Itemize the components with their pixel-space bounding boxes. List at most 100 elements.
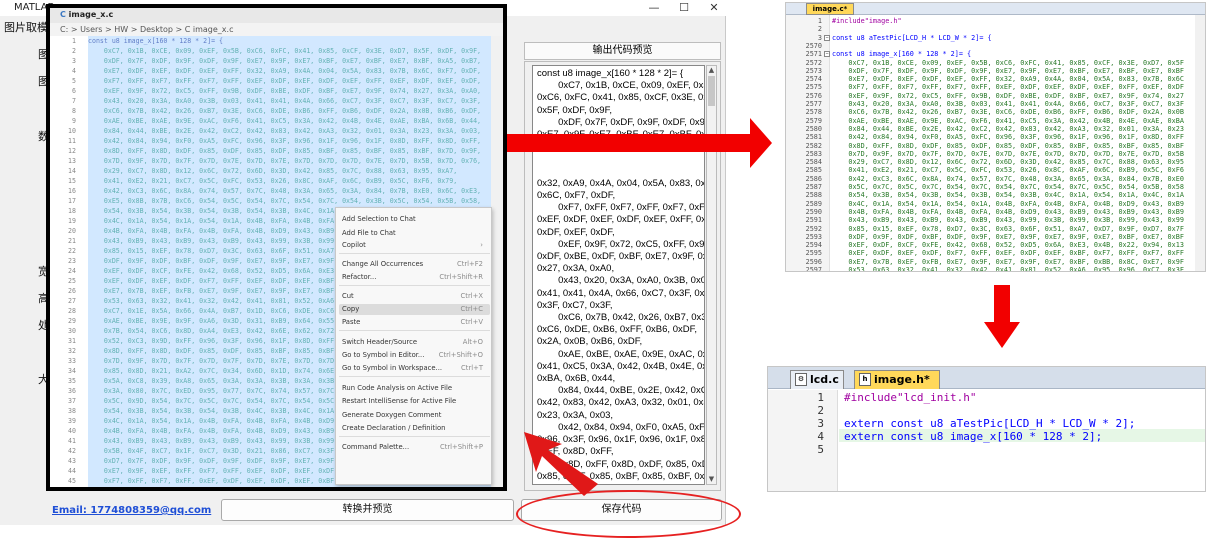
tab-label: image_x.c [68, 10, 114, 19]
email-link[interactable]: Email: 1774808359@qq.com [52, 505, 211, 516]
preview-scroll-thumb[interactable] [708, 76, 715, 106]
minimize-icon[interactable]: — [640, 0, 668, 16]
menu-item-add-selection-to-chat[interactable]: Add Selection to Chat [342, 215, 487, 223]
fold-toggle-icon[interactable]: − [824, 51, 830, 58]
menu-item-shortcut: Alt+O [462, 338, 483, 346]
tab-label: lcd.c [810, 373, 839, 386]
line-number: 3 [817, 417, 824, 430]
menu-item-shortcut: Ctrl+X [460, 292, 483, 300]
menu-item-shortcut: Ctrl+V [460, 318, 483, 326]
tab-image-c[interactable]: image.c* [806, 3, 854, 15]
line-number: 8 [72, 107, 76, 115]
line-number: 24 [68, 267, 76, 275]
menu-item-add-file-to-chat[interactable]: Add File to Chat [342, 229, 487, 237]
line-number: 11 [68, 137, 76, 145]
menu-item-shortcut: Ctrl+F2 [456, 260, 483, 268]
line-number: 1 [72, 37, 76, 45]
line-number: 1 [817, 391, 824, 404]
menu-item-command-palette[interactable]: Command Palette... Ctrl+Shift+P [342, 443, 487, 451]
menu-item-cut[interactable]: Cut Ctrl+X [342, 292, 487, 300]
line-number: 44 [68, 467, 76, 475]
h-file-icon: h [859, 373, 871, 386]
preview-code-textarea[interactable]: const u8 image_x[160 * 128 * 2]= { 0xC7,… [532, 65, 705, 485]
scroll-up-icon[interactable]: ▲ [707, 66, 716, 75]
menu-item-generate-doxygen-comment[interactable]: Generate Doxygen Comment [342, 411, 487, 419]
menu-item-create-declaration-definition[interactable]: Create Declaration / Definition [342, 424, 487, 432]
scroll-down-icon[interactable]: ▼ [707, 475, 716, 484]
keil-code-line[interactable]: 2 [768, 404, 1205, 417]
menu-item-go-to-symbol-in-editor[interactable]: Go to Symbol in Editor... Ctrl+Shift+O [342, 351, 487, 359]
line-number: 14 [68, 167, 76, 175]
keil-code-line[interactable]: 1 #include"lcd_init.h" [768, 391, 1205, 404]
tab-label: image.h* [874, 373, 930, 386]
menu-item-shortcut: › [480, 241, 483, 249]
line-number: 7 [72, 97, 76, 105]
line-number: 31 [68, 337, 76, 345]
menu-item-label: Refactor... [342, 273, 377, 281]
breadcrumb[interactable]: C: > Users > HW > Desktop > C image_x.c [60, 25, 233, 34]
c-file-icon: C [60, 10, 66, 19]
line-number: 23 [68, 257, 76, 265]
fold-toggle-icon[interactable]: − [824, 34, 830, 41]
menu-item-copy[interactable]: Copy Ctrl+C [342, 305, 487, 313]
keil-tab-bar: image.c* [786, 3, 1205, 15]
preview-panel-title: 输出代码预览 [524, 42, 721, 60]
line-number: 41 [68, 437, 76, 445]
maximize-icon[interactable]: ☐ [670, 0, 698, 16]
keil-code-area-bottom[interactable]: 1 #include"lcd_init.h" 2 3 extern const u8 a… [768, 391, 1205, 491]
line-number: 4 [72, 67, 76, 75]
line-number: 27 [68, 297, 76, 305]
menu-item-label: Generate Doxygen Comment [342, 411, 442, 419]
tab-image-h[interactable]: h image.h* [854, 370, 940, 389]
keil-code-line[interactable]: 4 extern const u8 image_x[160 * 128 * 2]; [768, 430, 1205, 443]
line-text: extern const u8 image_x[160 * 128 * 2]; [844, 430, 1103, 443]
menu-item-go-to-symbol-in-workspace[interactable]: Go to Symbol in Workspace... Ctrl+T [342, 364, 487, 372]
menu-separator [339, 285, 490, 286]
line-number: 22 [68, 247, 76, 255]
menu-item-copilot[interactable]: Copilot › [342, 241, 487, 249]
line-number: 25 [68, 277, 76, 285]
line-number: 40 [68, 427, 76, 435]
menu-item-change-all-occurrences[interactable]: Change All Occurrences Ctrl+F2 [342, 260, 487, 268]
line-number: 4 [817, 430, 824, 443]
preview-scrollbar[interactable]: ▲ ▼ [706, 65, 717, 485]
line-number: 17 [68, 197, 76, 205]
line-number: 33 [68, 357, 76, 365]
tab-image-x-c[interactable]: C image_x.c [60, 10, 113, 19]
menu-item-restart-intellisense-for-active-file[interactable]: Restart IntelliSense for Active File [342, 397, 487, 405]
menu-item-label: Add Selection to Chat [342, 215, 416, 223]
menu-item-label: Cut [342, 292, 354, 300]
menu-item-refactor[interactable]: Refactor... Ctrl+Shift+R [342, 273, 487, 281]
keil-code-area[interactable]: 1 #include"image.h" 2 3− const u8 aTestPic[L… [786, 16, 1195, 271]
convert-preview-button[interactable]: 转换并预览 [221, 499, 514, 521]
line-number: 21 [68, 237, 76, 245]
line-number: 5 [72, 77, 76, 85]
menu-item-paste[interactable]: Paste Ctrl+V [342, 318, 487, 326]
keil-code-line[interactable]: 2597 0x53, 0x63, 0x32, 0x41, 0x32, 0x42,… [786, 265, 1195, 271]
menu-separator [339, 376, 490, 377]
menu-item-label: Command Palette... [342, 443, 410, 451]
line-number: 39 [68, 417, 76, 425]
vscode-tab-bar: C image_x.c [50, 8, 503, 23]
menu-image-modulo[interactable]: 图片取模 [4, 19, 48, 35]
line-number: 18 [68, 207, 76, 215]
line-number: 16 [68, 187, 76, 195]
menu-item-run-code-analysis-on-active-file[interactable]: Run Code Analysis on Active File [342, 384, 487, 392]
menu-item-label: Copilot [342, 241, 366, 249]
keil-code-line[interactable]: 5 [768, 443, 1205, 456]
line-number: 46 [50, 486, 76, 487]
line-number: 43 [68, 457, 76, 465]
keil-scrollbar[interactable] [1195, 15, 1205, 271]
close-icon[interactable]: ✕ [700, 0, 728, 16]
menu-item-shortcut: Ctrl+T [461, 364, 483, 372]
context-menu: Add Selection to Chat Add File to Chat Cop… [335, 207, 492, 485]
line-number: 13 [68, 157, 76, 165]
editor-scrollbar[interactable] [491, 36, 503, 487]
menu-item-label: Go to Symbol in Workspace... [342, 364, 443, 372]
keil-code-line[interactable]: 3 extern const u8 aTestPic[LCD_H * LCD_W … [768, 417, 1205, 430]
line-number: 2 [72, 47, 76, 55]
tab-lcd-c[interactable]: ⚙ lcd.c [790, 370, 844, 389]
menu-item-switch-header-source[interactable]: Switch Header/Source Alt+O [342, 338, 487, 346]
line-number: 36 [68, 387, 76, 395]
line-text: extern const u8 aTestPic[LCD_H * LCD_W *… [844, 417, 1136, 430]
